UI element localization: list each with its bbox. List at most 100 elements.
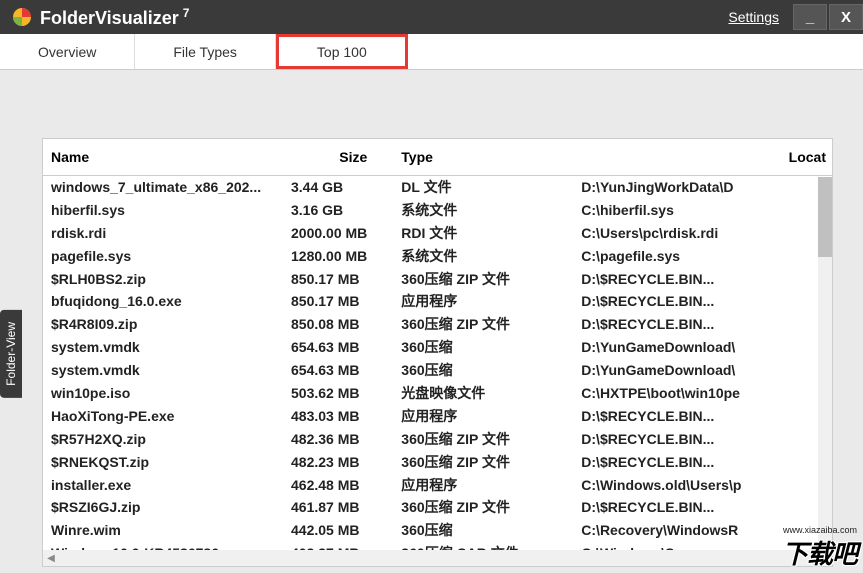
- cell-name: system.vmdk: [43, 359, 283, 382]
- cell-type: RDI 文件: [393, 222, 573, 245]
- cell-size: 442.05 MB: [283, 519, 393, 542]
- file-table-container: Name Size Type Locat windows_7_ultimate_…: [42, 138, 833, 567]
- cell-size: 654.63 MB: [283, 336, 393, 359]
- cell-type: 360压缩: [393, 359, 573, 382]
- titlebar: FolderVisualizer7 Settings _ X: [0, 0, 863, 34]
- cell-location: D:\$RECYCLE.BIN...: [573, 451, 832, 474]
- table-row[interactable]: hiberfil.sys3.16 GB系统文件C:\hiberfil.sys: [43, 199, 832, 222]
- table-row[interactable]: windows_7_ultimate_x86_202...3.44 GBDL 文…: [43, 176, 832, 199]
- cell-size: 482.36 MB: [283, 428, 393, 451]
- app-title: FolderVisualizer7: [40, 6, 189, 29]
- cell-type: DL 文件: [393, 176, 573, 199]
- tab-overview[interactable]: Overview: [0, 34, 135, 69]
- settings-link[interactable]: Settings: [728, 9, 779, 25]
- cell-type: 光盘映像文件: [393, 382, 573, 405]
- cell-location: C:\Users\pc\rdisk.rdi: [573, 222, 832, 245]
- cell-name: $R57H2XQ.zip: [43, 428, 283, 451]
- col-size[interactable]: Size: [283, 139, 393, 176]
- cell-location: C:\Windows.old\Users\p: [573, 474, 832, 497]
- cell-type: 360压缩 ZIP 文件: [393, 451, 573, 474]
- table-row[interactable]: win10pe.iso503.62 MB光盘映像文件C:\HXTPE\boot\…: [43, 382, 832, 405]
- scroll-left-icon[interactable]: ◀: [43, 550, 59, 566]
- cell-location: D:\$RECYCLE.BIN...: [573, 290, 832, 313]
- app-logo-icon: [12, 7, 32, 27]
- cell-location: D:\$RECYCLE.BIN...: [573, 428, 832, 451]
- cell-type: 应用程序: [393, 405, 573, 428]
- cell-name: pagefile.sys: [43, 245, 283, 268]
- cell-name: bfuqidong_16.0.exe: [43, 290, 283, 313]
- cell-location: D:\YunGameDownload\: [573, 336, 832, 359]
- cell-size: 483.03 MB: [283, 405, 393, 428]
- table-row[interactable]: HaoXiTong-PE.exe483.03 MB应用程序D:\$RECYCLE…: [43, 405, 832, 428]
- cell-location: C:\HXTPE\boot\win10pe: [573, 382, 832, 405]
- table-row[interactable]: installer.exe462.48 MB应用程序C:\Windows.old…: [43, 474, 832, 497]
- cell-size: 3.44 GB: [283, 176, 393, 199]
- tab-top-100[interactable]: Top 100: [276, 34, 408, 69]
- cell-size: 462.48 MB: [283, 474, 393, 497]
- col-location[interactable]: Locat: [573, 139, 832, 176]
- cell-name: $R4R8I09.zip: [43, 313, 283, 336]
- cell-size: 482.23 MB: [283, 451, 393, 474]
- tab-file-types[interactable]: File Types: [135, 34, 276, 69]
- cell-name: $RSZI6GJ.zip: [43, 496, 283, 519]
- cell-name: rdisk.rdi: [43, 222, 283, 245]
- cell-size: 503.62 MB: [283, 382, 393, 405]
- table-row[interactable]: system.vmdk654.63 MB360压缩D:\YunGameDownl…: [43, 336, 832, 359]
- cell-name: Winre.wim: [43, 519, 283, 542]
- table-row[interactable]: $R4R8I09.zip850.08 MB360压缩 ZIP 文件D:\$REC…: [43, 313, 832, 336]
- cell-name: HaoXiTong-PE.exe: [43, 405, 283, 428]
- cell-size: 850.17 MB: [283, 268, 393, 291]
- minimize-button[interactable]: _: [793, 4, 827, 30]
- cell-name: hiberfil.sys: [43, 199, 283, 222]
- tabs: Overview File Types Top 100: [0, 34, 863, 70]
- cell-type: 应用程序: [393, 474, 573, 497]
- vertical-scrollbar-thumb[interactable]: [818, 177, 832, 257]
- table-row[interactable]: Winre.wim442.05 MB360压缩C:\Recovery\Windo…: [43, 519, 832, 542]
- cell-type: 360压缩: [393, 336, 573, 359]
- cell-location: D:\YunGameDownload\: [573, 359, 832, 382]
- cell-size: 461.87 MB: [283, 496, 393, 519]
- cell-location: C:\Recovery\WindowsR: [573, 519, 832, 542]
- cell-size: 850.08 MB: [283, 313, 393, 336]
- cell-location: C:\pagefile.sys: [573, 245, 832, 268]
- cell-size: 3.16 GB: [283, 199, 393, 222]
- table-row[interactable]: bfuqidong_16.0.exe850.17 MB应用程序D:\$RECYC…: [43, 290, 832, 313]
- cell-location: D:\YunJingWorkData\D: [573, 176, 832, 199]
- cell-name: windows_7_ultimate_x86_202...: [43, 176, 283, 199]
- cell-size: 1280.00 MB: [283, 245, 393, 268]
- content-area: Folder-View Name Size Type Locat windows…: [0, 70, 863, 573]
- cell-size: 2000.00 MB: [283, 222, 393, 245]
- cell-type: 360压缩 ZIP 文件: [393, 496, 573, 519]
- table-row[interactable]: $RLH0BS2.zip850.17 MB360压缩 ZIP 文件D:\$REC…: [43, 268, 832, 291]
- table-row[interactable]: $RSZI6GJ.zip461.87 MB360压缩 ZIP 文件D:\$REC…: [43, 496, 832, 519]
- cell-name: system.vmdk: [43, 336, 283, 359]
- cell-size: 654.63 MB: [283, 359, 393, 382]
- cell-type: 360压缩: [393, 519, 573, 542]
- cell-name: win10pe.iso: [43, 382, 283, 405]
- cell-type: 系统文件: [393, 245, 573, 268]
- cell-location: C:\hiberfil.sys: [573, 199, 832, 222]
- folder-view-side-tab[interactable]: Folder-View: [0, 310, 22, 398]
- cell-name: installer.exe: [43, 474, 283, 497]
- cell-type: 应用程序: [393, 290, 573, 313]
- col-type[interactable]: Type: [393, 139, 573, 176]
- table-row[interactable]: system.vmdk654.63 MB360压缩D:\YunGameDownl…: [43, 359, 832, 382]
- table-row[interactable]: rdisk.rdi2000.00 MBRDI 文件C:\Users\pc\rdi…: [43, 222, 832, 245]
- cell-type: 360压缩 ZIP 文件: [393, 428, 573, 451]
- close-button[interactable]: X: [829, 4, 863, 30]
- cell-type: 系统文件: [393, 199, 573, 222]
- cell-location: D:\$RECYCLE.BIN...: [573, 268, 832, 291]
- cell-name: $RNEKQST.zip: [43, 451, 283, 474]
- cell-location: D:\$RECYCLE.BIN...: [573, 496, 832, 519]
- cell-size: 850.17 MB: [283, 290, 393, 313]
- horizontal-scrollbar[interactable]: ◀: [43, 550, 818, 566]
- cell-location: D:\$RECYCLE.BIN...: [573, 313, 832, 336]
- col-name[interactable]: Name: [43, 139, 283, 176]
- table-row[interactable]: $RNEKQST.zip482.23 MB360压缩 ZIP 文件D:\$REC…: [43, 451, 832, 474]
- cell-type: 360压缩 ZIP 文件: [393, 313, 573, 336]
- file-table: Name Size Type Locat windows_7_ultimate_…: [43, 139, 832, 565]
- table-row[interactable]: $R57H2XQ.zip482.36 MB360压缩 ZIP 文件D:\$REC…: [43, 428, 832, 451]
- cell-location: D:\$RECYCLE.BIN...: [573, 405, 832, 428]
- table-row[interactable]: pagefile.sys1280.00 MB系统文件C:\pagefile.sy…: [43, 245, 832, 268]
- cell-type: 360压缩 ZIP 文件: [393, 268, 573, 291]
